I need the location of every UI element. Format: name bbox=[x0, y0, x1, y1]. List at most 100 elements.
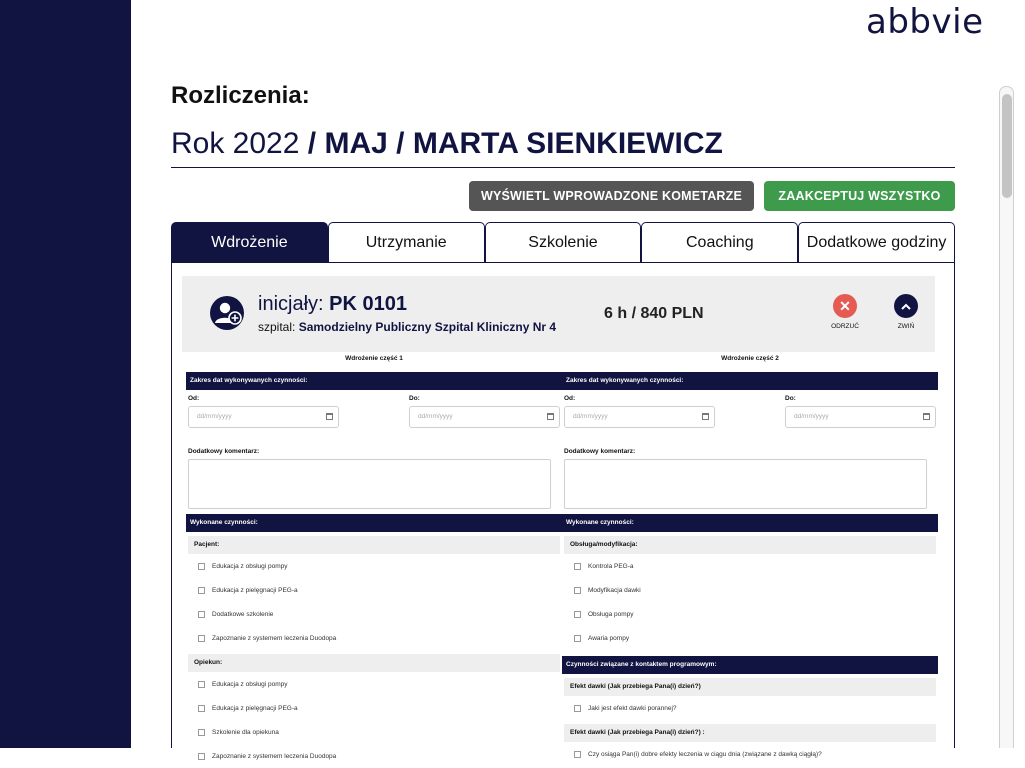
checkbox-label: Dodatkowe szkolenie bbox=[212, 610, 274, 618]
checkbox-item[interactable]: Szkolenie dla opiekuna bbox=[186, 720, 562, 744]
abbvie-logo: abbvie bbox=[866, 2, 984, 42]
checkbox[interactable] bbox=[198, 728, 205, 736]
date-to-label: Do: bbox=[785, 395, 796, 402]
comment-textarea[interactable] bbox=[564, 459, 927, 509]
checkbox[interactable] bbox=[198, 562, 205, 570]
checkbox-item[interactable]: Obsługa pompy bbox=[562, 602, 938, 626]
date-from-placeholder: dd/mm/yyyy bbox=[573, 413, 608, 420]
show-comments-button[interactable]: WYŚWIETL WPROWADZONE KOMETARZE bbox=[469, 181, 754, 211]
initials-label: inicjały: bbox=[258, 293, 324, 315]
checkbox-item[interactable]: Edukacja z pielęgnacji PEG-a bbox=[186, 578, 562, 602]
checkbox[interactable] bbox=[198, 586, 205, 594]
checkbox-item[interactable]: Edukacja z pielęgnacji PEG-a bbox=[186, 696, 562, 720]
checkbox[interactable] bbox=[574, 562, 581, 570]
group-header: Efekt dawki (Jak przebiega Pana(i) dzień… bbox=[564, 724, 936, 742]
initials-value: PK 0101 bbox=[329, 293, 407, 315]
user-plus-icon bbox=[210, 296, 244, 330]
date-range-row: Od: dd/mm/yyyy Do: dd/mm/yyyy bbox=[186, 390, 562, 448]
part-title: Wdrożenie część 1 bbox=[345, 355, 403, 362]
reject-button[interactable]: ✕ ODRZUĆ bbox=[825, 294, 865, 330]
accept-all-button[interactable]: ZAAKCEPTUJ WSZYSTKO bbox=[764, 181, 955, 211]
date-to-group: Do: dd/mm/yyyy bbox=[409, 395, 560, 448]
checkbox[interactable] bbox=[198, 610, 205, 618]
checkbox-label: Edukacja z obsługi pompy bbox=[212, 562, 288, 570]
checkbox-item[interactable]: Awaria pompy bbox=[562, 626, 938, 650]
section-title: Rozliczenia: bbox=[171, 82, 310, 109]
checkbox-label: Awaria pompy bbox=[588, 634, 630, 642]
date-from-label: Od: bbox=[188, 395, 200, 402]
checkbox-label: Modyfikacja dawki bbox=[588, 586, 641, 594]
activities-header: Wykonane czynności: bbox=[562, 514, 938, 532]
scrollbar[interactable] bbox=[999, 86, 1014, 748]
collapse-label: ZWIŃ bbox=[897, 323, 915, 330]
tab-utrzymanie[interactable]: Utrzymanie bbox=[327, 222, 485, 262]
calendar-icon[interactable] bbox=[547, 413, 554, 420]
chevron-up-icon bbox=[894, 294, 918, 318]
activities-header: Wykonane czynności: bbox=[186, 514, 562, 532]
tab-coaching[interactable]: Coaching bbox=[641, 222, 799, 262]
checkbox-item[interactable]: Kontrola PEG-a bbox=[562, 554, 938, 578]
date-to-placeholder: dd/mm/yyyy bbox=[794, 413, 829, 420]
checkbox-label: Czy osiąga Pan(i) dobre efekty leczenia … bbox=[588, 750, 822, 758]
collapse-button[interactable]: ZWIŃ bbox=[886, 294, 926, 330]
left-sidebar bbox=[0, 0, 131, 748]
checkbox-item[interactable]: Dodatkowe szkolenie bbox=[186, 602, 562, 626]
year-text: Rok 2022 bbox=[171, 127, 300, 160]
hospital-label: szpital: bbox=[258, 320, 296, 334]
part-1-column: Wdrożenie część 1 Zakres dat wykonywanyc… bbox=[186, 352, 562, 768]
checkbox-item[interactable]: Czy osiąga Pan(i) dobre efekty leczenia … bbox=[562, 742, 938, 766]
checkbox-item[interactable]: Modyfikacja dawki bbox=[562, 578, 938, 602]
checkbox[interactable] bbox=[574, 750, 581, 758]
date-to-input[interactable]: dd/mm/yyyy bbox=[409, 406, 560, 428]
checkbox[interactable] bbox=[574, 586, 581, 594]
title-divider bbox=[171, 167, 955, 168]
checkbox-label: Zapoznanie z systemem leczenia Duodopa bbox=[212, 752, 337, 760]
checkbox-item[interactable]: Edukacja z obsługi pompy bbox=[186, 672, 562, 696]
comment-label: Dodatkowy komentarz: bbox=[188, 448, 260, 455]
date-to-input[interactable]: dd/mm/yyyy bbox=[785, 406, 936, 428]
checkbox-item[interactable]: Edukacja z obsługi pompy bbox=[186, 554, 562, 578]
date-from-input[interactable]: dd/mm/yyyy bbox=[564, 406, 715, 428]
person-name: MARTA SIENKIEWICZ bbox=[412, 127, 723, 160]
checkbox[interactable] bbox=[574, 704, 581, 712]
checkbox-item[interactable]: Jaki jest efekt dawki porannej? bbox=[562, 696, 938, 720]
patient-initials: inicjały: PK 0101 bbox=[258, 293, 407, 316]
date-from-input[interactable]: dd/mm/yyyy bbox=[188, 406, 339, 428]
checkbox[interactable] bbox=[574, 610, 581, 618]
date-range-header: Zakres dat wykonywanych czynności: bbox=[562, 372, 938, 390]
tab-content: inicjały: PK 0101 szpital: Samodzielny P… bbox=[171, 262, 955, 760]
tab-szkolenie[interactable]: Szkolenie bbox=[484, 222, 642, 262]
checkbox-item[interactable]: Zapoznanie z systemem leczenia Duodopa bbox=[186, 626, 562, 650]
calendar-icon[interactable] bbox=[702, 413, 709, 420]
hospital-value: Samodzielny Publiczny Szpital Kliniczny … bbox=[298, 320, 557, 334]
tab-wdrozenie[interactable]: Wdrożenie bbox=[171, 222, 328, 262]
close-icon: ✕ bbox=[833, 294, 857, 318]
checkbox[interactable] bbox=[198, 752, 205, 760]
checkbox[interactable] bbox=[574, 634, 581, 642]
calendar-icon[interactable] bbox=[326, 413, 333, 420]
checkbox-label: Edukacja z pielęgnacji PEG-a bbox=[212, 586, 298, 594]
checkbox-label: Szkolenie dla opiekuna bbox=[212, 728, 279, 736]
group-header: Pacjent: bbox=[188, 536, 560, 554]
checkbox-label: Obsługa pompy bbox=[588, 610, 634, 618]
title-separator: / bbox=[396, 127, 405, 160]
date-to-label: Do: bbox=[409, 395, 420, 402]
comment-label: Dodatkowy komentarz: bbox=[564, 448, 636, 455]
checkbox[interactable] bbox=[198, 680, 205, 688]
checkbox-label: Edukacja z pielęgnacji PEG-a bbox=[212, 704, 298, 712]
page-title: Rok 2022 / MAJ / MARTA SIENKIEWICZ bbox=[171, 127, 723, 161]
patient-hospital: szpital: Samodzielny Publiczny Szpital K… bbox=[258, 320, 556, 334]
title-separator: / bbox=[307, 127, 317, 160]
date-from-placeholder: dd/mm/yyyy bbox=[197, 413, 232, 420]
calendar-icon[interactable] bbox=[923, 413, 930, 420]
checkbox[interactable] bbox=[198, 704, 205, 712]
group-header: Efekt dawki (Jak przebiega Pana(i) dzień… bbox=[564, 678, 936, 696]
checkbox-label: Edukacja z obsługi pompy bbox=[212, 680, 288, 688]
comment-textarea[interactable] bbox=[188, 459, 551, 509]
scrollbar-thumb[interactable] bbox=[1002, 94, 1012, 198]
date-from-group: Od: dd/mm/yyyy bbox=[188, 395, 339, 448]
patient-panel: inicjały: PK 0101 szpital: Samodzielny P… bbox=[182, 276, 935, 352]
hours-amount-summary: 6 h / 840 PLN bbox=[604, 305, 704, 322]
tab-dodatkowe-godziny[interactable]: Dodatkowe godziny bbox=[798, 222, 955, 262]
checkbox[interactable] bbox=[198, 634, 205, 642]
